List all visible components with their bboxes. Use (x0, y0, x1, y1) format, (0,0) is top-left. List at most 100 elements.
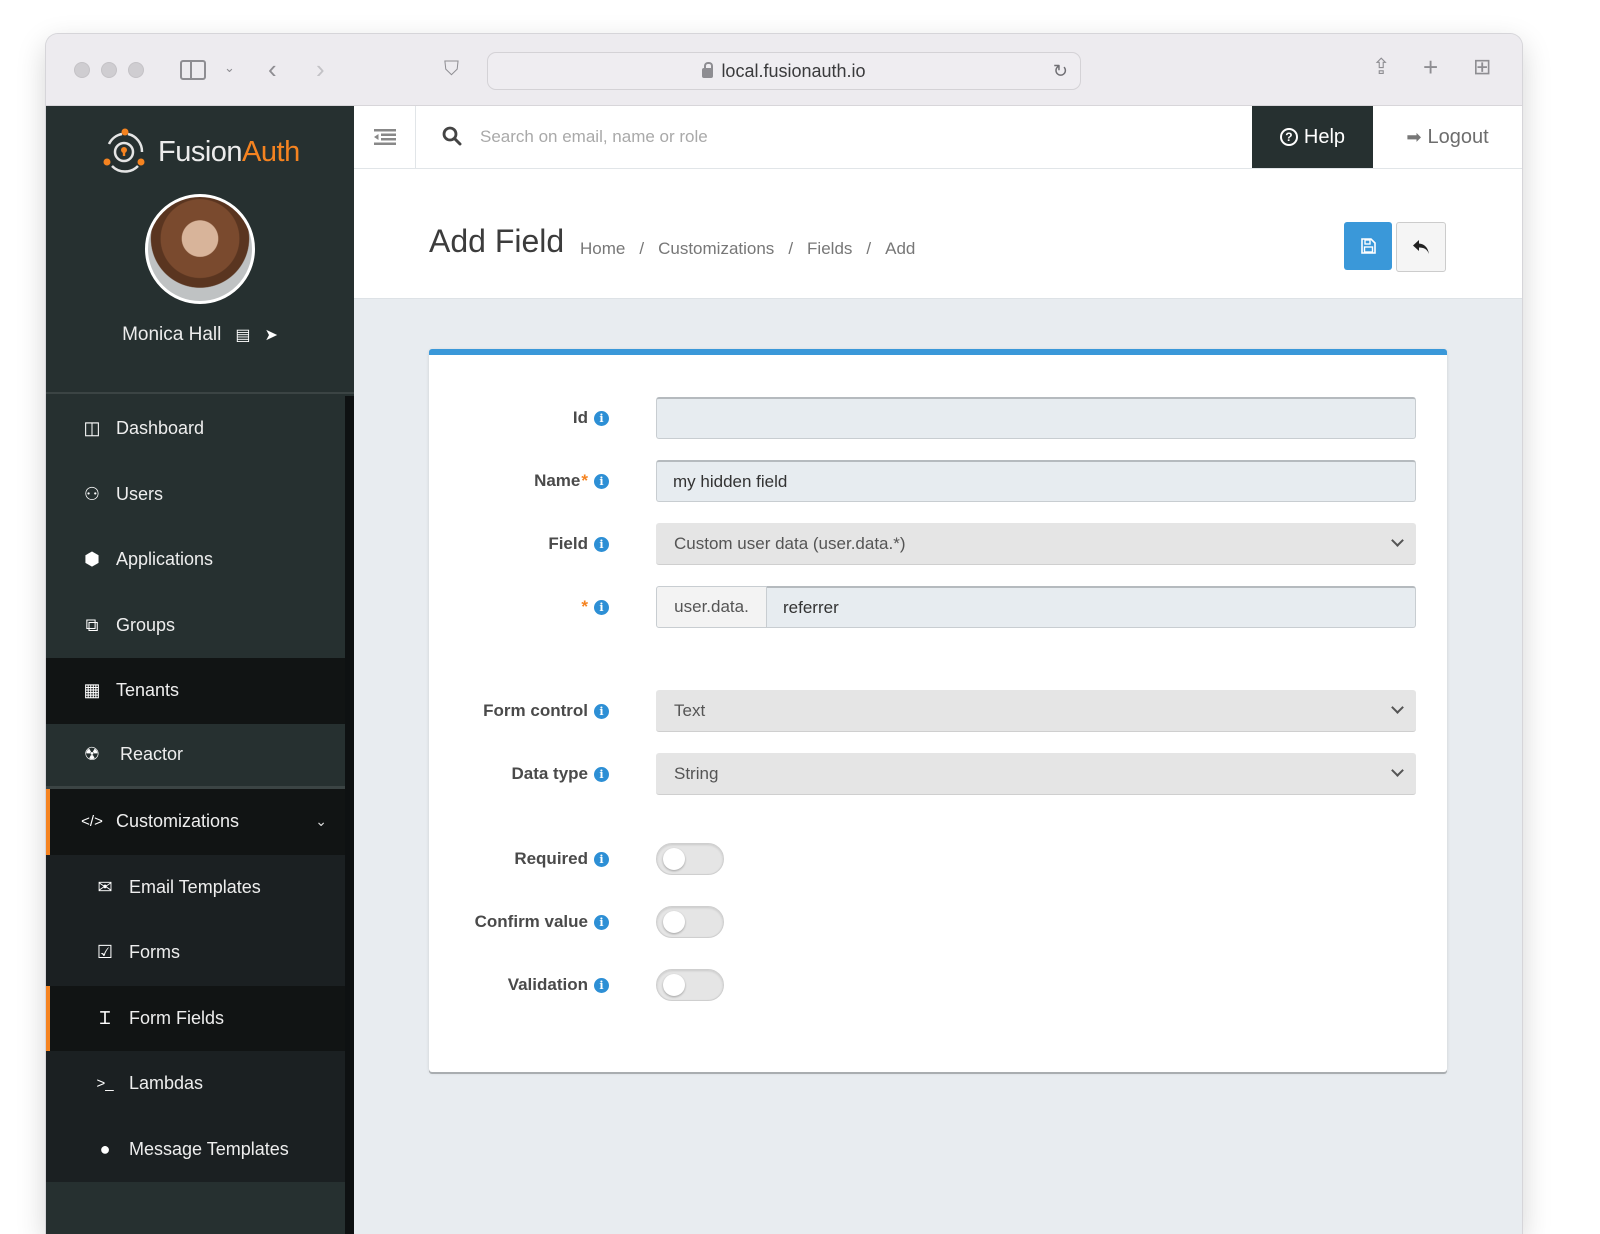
back-icon[interactable]: ‹ (268, 56, 277, 82)
sidebar-item-users[interactable]: ⚇ Users (46, 461, 345, 527)
form-control-select[interactable]: Text (656, 690, 1416, 732)
sidebar-item-lambdas[interactable]: >_ Lambdas (46, 1051, 345, 1117)
user-name: Monica Hall (122, 324, 222, 345)
sidebar-item-applications[interactable]: ⬢ Applications (46, 527, 345, 593)
help-button[interactable]: ? Help (1252, 106, 1373, 168)
sidebar-item-form-fields[interactable]: Ɪ Form Fields (46, 985, 345, 1051)
sidebar-item-email-templates[interactable]: ✉ Email Templates (46, 854, 345, 920)
checkbox-icon: ☑ (96, 942, 114, 963)
form-row-key: * i user.data. (429, 586, 1447, 628)
user-info: Monica Hall ▤ ➤ (46, 324, 354, 346)
logout-button[interactable]: ➡ Logout (1373, 106, 1522, 168)
chevron-down-icon (1391, 764, 1404, 777)
brand-name: FusionAuth (158, 135, 300, 168)
id-card-icon[interactable]: ▤ (235, 325, 250, 345)
menu-toggle-button[interactable] (354, 106, 416, 168)
save-button[interactable] (1344, 222, 1392, 270)
sidebar-divider (46, 392, 354, 394)
back-button[interactable] (1396, 222, 1446, 272)
envelope-icon: ✉ (97, 876, 113, 897)
sidebar: FusionAuth Monica Hall ▤ ➤ ◫ Dashboard ⚇… (46, 106, 354, 1234)
share-icon[interactable]: ⇪ (1372, 56, 1390, 78)
location-arrow-icon[interactable]: ➤ (264, 325, 277, 345)
reply-arrow-icon (1413, 240, 1429, 254)
field-label: Field i (548, 523, 609, 565)
data-type-select[interactable]: String (656, 753, 1416, 795)
brand-logo[interactable]: FusionAuth (100, 128, 300, 176)
data-type-label: Data type i (511, 753, 609, 795)
sidebar-item-groups[interactable]: ⧉ Groups (46, 592, 345, 658)
confirm-value-toggle[interactable] (656, 906, 724, 938)
search-icon (442, 126, 462, 146)
sidebar-toggle-icon[interactable] (180, 60, 206, 80)
terminal-icon: >_ (96, 1075, 114, 1093)
name-field[interactable] (656, 460, 1416, 502)
validation-toggle[interactable] (656, 969, 724, 1001)
floppy-disk-icon (1361, 238, 1376, 254)
key-label: * i (580, 586, 609, 628)
close-dot[interactable] (74, 62, 90, 78)
info-icon[interactable]: i (594, 410, 609, 426)
key-field[interactable] (767, 586, 1416, 628)
required-asterisk: * (581, 597, 588, 616)
sidebar-item-reactor[interactable]: ☢ Reactor (46, 723, 345, 789)
minimize-dot[interactable] (101, 62, 117, 78)
sidebar-item-customizations[interactable]: </> Customizations ⌄ (46, 789, 345, 855)
form-row-confirm-value: Confirm value i (429, 901, 1447, 943)
sidebar-scrollbar[interactable] (345, 396, 354, 1234)
info-icon[interactable]: i (594, 914, 609, 930)
chevron-down-icon: ⌄ (315, 813, 327, 830)
field-select[interactable]: Custom user data (user.data.*) (656, 523, 1416, 565)
sidebar-item-forms[interactable]: ☑ Forms (46, 920, 345, 986)
breadcrumb-customizations[interactable]: Customizations (658, 239, 774, 259)
text-cursor-icon: Ɪ (99, 1008, 110, 1030)
address-bar[interactable]: local.fusionauth.io ↻ (487, 52, 1081, 90)
validation-label: Validation i (508, 964, 609, 1006)
sidebar-item-message-templates[interactable]: ● Message Templates (46, 1116, 345, 1182)
fusionauth-logo-icon (103, 128, 145, 173)
form-control-label: Form control i (483, 690, 609, 732)
sidebar-item-tenants[interactable]: ▦ Tenants (46, 658, 345, 724)
shield-icon[interactable]: ⛉ (444, 59, 459, 79)
avatar[interactable] (145, 194, 255, 304)
question-circle-icon: ? (1279, 128, 1298, 146)
tab-overview-icon[interactable]: ⊞ (1473, 56, 1491, 78)
sidebar-item-dashboard[interactable]: ◫ Dashboard (46, 396, 345, 462)
browser-toolbar: ⌄ ‹ › ⛉ local.fusionauth.io ↻ ⇪ + ⊞ (46, 34, 1522, 106)
building-icon: ▦ (83, 680, 101, 701)
required-toggle[interactable] (656, 843, 724, 875)
cube-icon: ⬢ (84, 549, 100, 570)
id-field[interactable] (656, 397, 1416, 439)
info-icon[interactable]: i (594, 473, 609, 489)
breadcrumb-fields[interactable]: Fields (807, 239, 852, 259)
code-icon: </> (81, 813, 103, 831)
lock-icon (702, 62, 714, 78)
url-text: local.fusionauth.io (721, 60, 866, 81)
new-tab-icon[interactable]: + (1423, 54, 1438, 80)
required-label: Required i (514, 838, 609, 880)
sidebar-nav: ◫ Dashboard ⚇ Users ⬢ Applications ⧉ Gro… (46, 396, 345, 1182)
chevron-down-icon[interactable]: ⌄ (224, 61, 235, 74)
name-label: Name * i (534, 460, 609, 502)
form-row-form-control: Form control i Text (429, 690, 1447, 732)
breadcrumb-home[interactable]: Home (580, 239, 625, 259)
page-header: Add Field Home / Customizations / Fields… (354, 169, 1522, 299)
chevron-down-icon (1391, 701, 1404, 714)
page-title: Add Field (429, 223, 565, 259)
top-bar: ? Help ➡ Logout (354, 106, 1522, 169)
info-icon[interactable]: i (594, 977, 609, 993)
forward-icon[interactable]: › (316, 56, 325, 82)
info-icon[interactable]: i (594, 703, 609, 719)
form-row-name: Name * i (429, 460, 1447, 502)
reload-icon[interactable]: ↻ (1053, 61, 1068, 82)
info-icon[interactable]: i (594, 851, 609, 867)
search-input[interactable] (480, 120, 1180, 154)
form-card: Idi Name*i Fieldi Custom user data (user… (429, 349, 1447, 1072)
id-label: Id i (573, 397, 609, 439)
form-row-validation: Validation i (429, 964, 1447, 1006)
info-icon[interactable]: i (594, 536, 609, 552)
info-icon[interactable]: i (594, 599, 609, 615)
info-icon[interactable]: i (594, 766, 609, 782)
form-row-data-type: Data type i String (429, 753, 1447, 795)
zoom-dot[interactable] (128, 62, 144, 78)
